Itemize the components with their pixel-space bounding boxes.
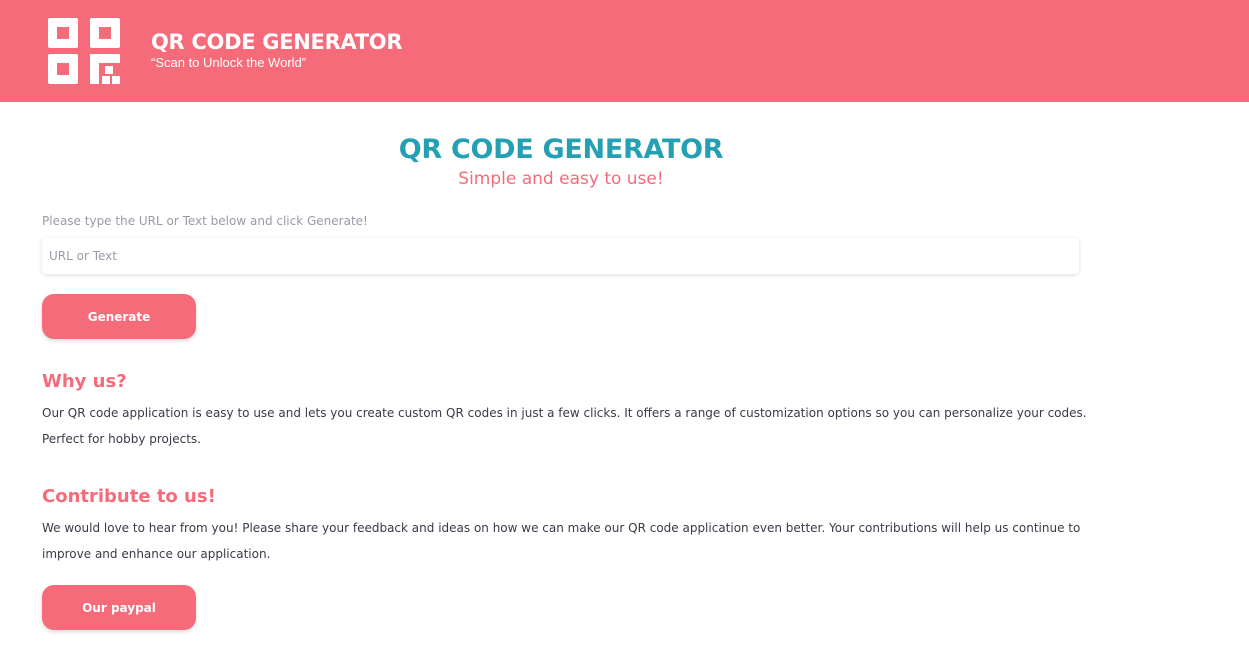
page-subtitle: Simple and easy to use!: [458, 169, 664, 189]
qr-code-icon: [48, 18, 120, 84]
brand-title: QR CODE GENERATOR: [151, 30, 403, 54]
input-instruction: Please type the URL or Text below and cl…: [42, 214, 368, 228]
generate-button[interactable]: Generate: [42, 294, 196, 339]
site-header: QR CODE GENERATOR “Scan to Unlock the Wo…: [0, 0, 1249, 102]
contribute-text: We would love to hear from you! Please s…: [42, 521, 1081, 561]
page-title: QR CODE GENERATOR: [398, 134, 724, 165]
url-or-text-input[interactable]: [42, 238, 1079, 274]
why-us-heading: Why us?: [42, 371, 127, 392]
brand-tagline: “Scan to Unlock the World”: [151, 55, 307, 70]
paypal-button[interactable]: Our paypal: [42, 585, 196, 630]
why-us-text: Our QR code application is easy to use a…: [42, 406, 1087, 446]
contribute-heading: Contribute to us!: [42, 486, 216, 507]
